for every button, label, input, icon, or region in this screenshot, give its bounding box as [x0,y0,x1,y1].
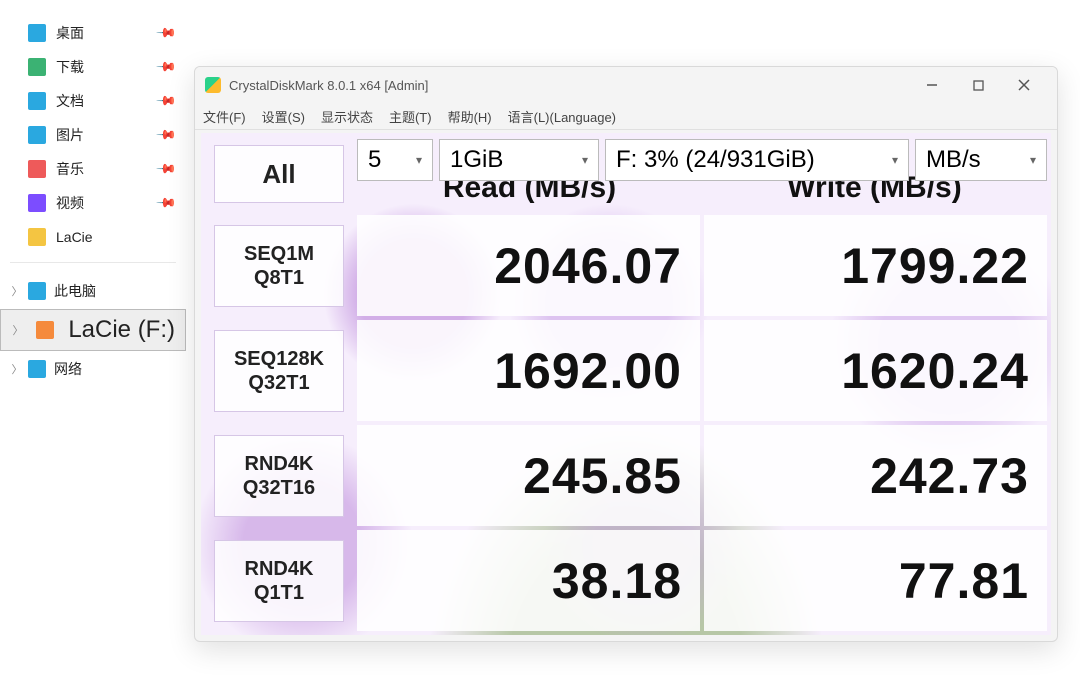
quick-access-item[interactable]: 文档 📌 [0,84,186,118]
menu-item[interactable]: 主题(T) [389,107,432,126]
chevron-down-icon: ▾ [892,153,898,167]
quick-access-label: 图片 [56,125,84,145]
menu-item[interactable]: 语言(L)(Language) [508,107,616,126]
nav-label: LaCie (F:) [68,316,175,344]
read-result: 245.85 [357,425,700,526]
run-test-button[interactable]: SEQ1MQ8T1 [214,225,344,307]
chevron-down-icon: ▾ [582,153,588,167]
run-test-button[interactable]: RND4KQ32T16 [214,435,344,517]
menu-item[interactable]: 帮助(H) [448,107,492,126]
target-drive-select[interactable]: F: 3% (24/931GiB) ▾ [605,139,909,181]
quick-access-item[interactable]: LaCie [0,220,186,254]
unit-value: MB/s [926,146,981,174]
read-result: 2046.07 [357,215,700,316]
write-result: 1799.22 [704,215,1047,316]
explorer-sidebar: 桌面📌下载📌文档📌图片📌音乐📌视频📌LaCie 〉此电脑〉LaCie (F:)〉… [0,0,186,689]
run-count-select[interactable]: 5▾ [357,139,433,181]
pin-icon: 📌 [155,56,178,79]
run-count-value: 5 [368,146,381,174]
titlebar[interactable]: CrystalDiskMark 8.0.1 x64 [Admin] [195,67,1057,103]
quick-access-item[interactable]: 下载 📌 [0,50,186,84]
write-result: 242.73 [704,425,1047,526]
pin-icon: 📌 [155,124,178,147]
close-button[interactable] [1001,70,1047,100]
run-all-button[interactable]: All [214,145,344,203]
nav-label: 此电脑 [54,281,96,301]
quick-access-item[interactable]: 桌面 📌 [0,16,186,50]
pin-icon: 📌 [155,22,178,45]
test-name-line2: Q1T1 [254,581,304,605]
separator [10,262,176,263]
document-icon [28,92,46,110]
nav-item[interactable]: 〉 此电脑 [0,273,186,309]
test-name-line2: Q32T16 [243,476,315,500]
unit-select[interactable]: MB/s ▾ [915,139,1047,181]
menu-item[interactable]: 设置(S) [262,107,305,126]
test-name-line1: RND4K [245,557,314,581]
menu-item[interactable]: 文件(F) [203,107,246,126]
nav-item[interactable]: 〉 网络 [0,351,186,387]
read-result: 1692.00 [357,320,700,421]
maximize-button[interactable] [955,70,1001,100]
network-icon [28,360,46,378]
quick-access-label: 桌面 [56,23,84,43]
quick-access-item[interactable]: 音乐 📌 [0,152,186,186]
chevron-right-icon: 〉 [11,322,25,338]
window-title: CrystalDiskMark 8.0.1 x64 [Admin] [229,78,909,93]
test-name-line1: SEQ1M [244,242,314,266]
run-test-button[interactable]: RND4KQ1T1 [214,540,344,622]
crystaldiskmark-window: CrystalDiskMark 8.0.1 x64 [Admin] 文件(F) 设… [194,66,1058,642]
test-size-select[interactable]: 1GiB ▾ [439,139,599,181]
test-size-value: 1GiB [450,146,503,174]
quick-access-label: 音乐 [56,159,84,179]
video-icon [28,194,46,212]
run-test-button[interactable]: SEQ128KQ32T1 [214,330,344,412]
nav-item[interactable]: 〉 LaCie (F:) [0,309,186,351]
quick-access-label: 文档 [56,91,84,111]
benchmark-panel: All 5▾ 1GiB▾ F: 3% (24/931GiB)▾ MB/s▾ [201,133,1051,635]
quick-access-label: 视频 [56,193,84,213]
drive-icon [36,321,54,339]
quick-access-item[interactable]: 视频 📌 [0,186,186,220]
nav-label: 网络 [54,359,82,379]
minimize-button[interactable] [909,70,955,100]
chevron-down-icon: ▾ [416,153,422,167]
app-icon [205,77,221,93]
pc-icon [28,282,46,300]
write-result: 77.81 [704,530,1047,631]
quick-access-item[interactable]: 图片 📌 [0,118,186,152]
target-drive-value: F: 3% (24/931GiB) [616,146,815,174]
desktop-icon [28,24,46,42]
menubar: 文件(F) 设置(S) 显示状态主题(T) 帮助(H) 语言(L)(Language) [195,103,1057,130]
folder-icon [28,228,46,246]
test-name-line2: Q32T1 [248,371,309,395]
pin-icon: 📌 [155,90,178,113]
download-icon [28,58,46,76]
quick-access-label: LaCie [56,229,93,245]
music-icon [28,160,46,178]
write-result: 1620.24 [704,320,1047,421]
image-icon [28,126,46,144]
pin-icon: 📌 [155,192,178,215]
chevron-right-icon: 〉 [10,361,24,377]
test-name-line1: SEQ128K [234,347,324,371]
test-name-line1: RND4K [245,452,314,476]
quick-access-label: 下载 [56,57,84,77]
chevron-right-icon: 〉 [10,283,24,299]
chevron-down-icon: ▾ [1030,153,1036,167]
read-result: 38.18 [357,530,700,631]
pin-icon: 📌 [155,158,178,181]
menu-item[interactable]: 显示状态 [321,107,373,126]
test-name-line2: Q8T1 [254,266,304,290]
